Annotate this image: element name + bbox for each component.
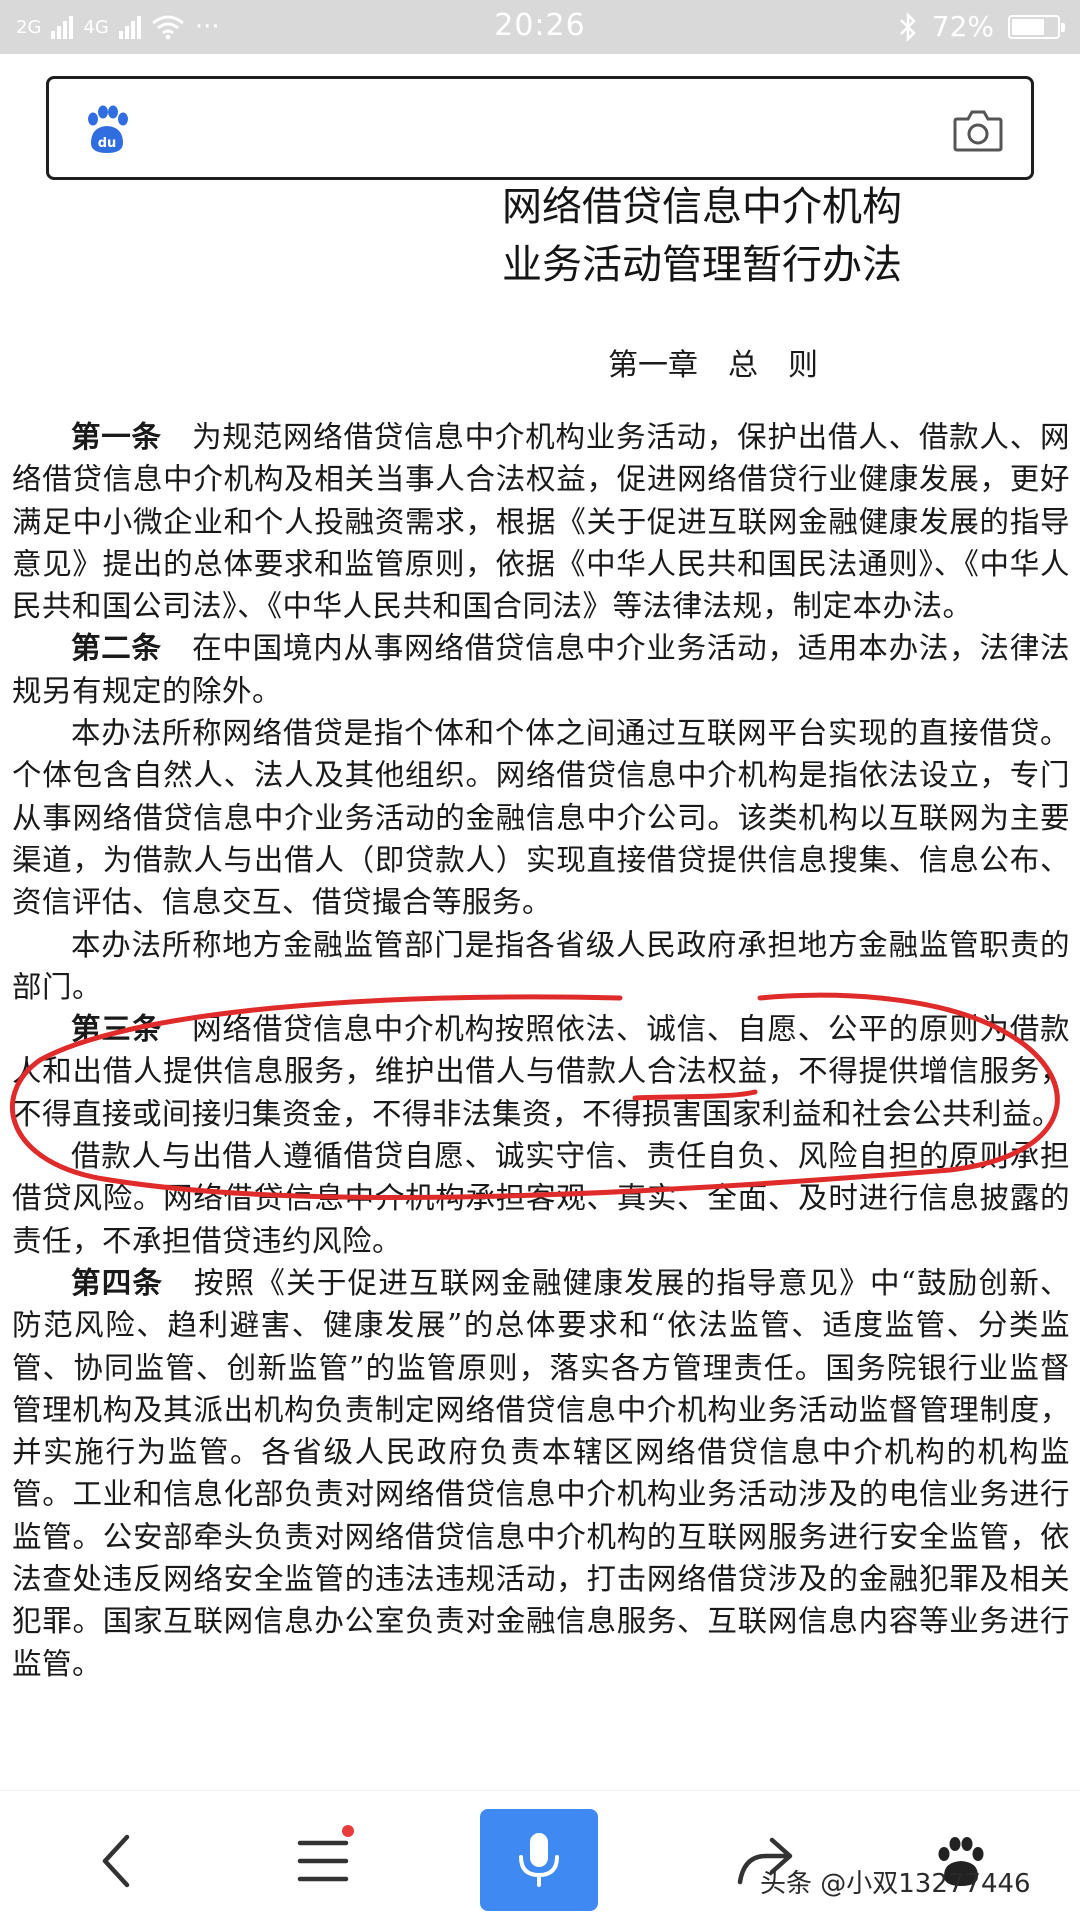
back-button[interactable] xyxy=(72,1811,162,1911)
paragraph-text: 本办法所称地方金融监管部门是指各省级人民政府承担地方金融监管职责的部门。 xyxy=(12,927,1070,1004)
paragraph: 第四条 按照《关于促进互联网金融健康发展的指导意见》中“鼓励创新、防范风险、趋利… xyxy=(12,1262,1070,1685)
battery-percent: 72% xyxy=(931,10,994,43)
document-title-line1: 网络借贷信息中介机构 xyxy=(502,184,902,230)
watermark: 头条 @小双13277446 xyxy=(760,1869,1031,1899)
paragraph: 借款人与出借人遵循借贷自愿、诚实守信、责任自负、风险自担的原则承担借贷风险。网络… xyxy=(12,1135,1070,1262)
voice-search-button[interactable] xyxy=(480,1809,598,1911)
paragraph-text: 本办法所称网络借贷是指个体和个体之间通过互联网平台实现的直接借贷。个体包含自然人… xyxy=(12,716,1070,920)
status-bar: 2G 4G ··· 20:26 72% xyxy=(0,0,1080,54)
back-icon xyxy=(102,1834,130,1888)
paragraph-text: 网络借贷信息中介机构按照依法、诚信、自愿、公平的原则为借款人和出借人提供信息服务… xyxy=(12,1012,1070,1131)
paragraph: 第二条 在中国境内从事网络借贷信息中介业务活动，适用本办法，法律法规另有规定的除… xyxy=(12,627,1070,712)
status-right: 72% xyxy=(898,10,1065,43)
paragraph: 本办法所称网络借贷是指个体和个体之间通过互联网平台实现的直接借贷。个体包含自然人… xyxy=(12,712,1070,923)
paragraph-text: 借款人与出借人遵循借贷自愿、诚实守信、责任自负、风险自担的原则承担借贷风险。网络… xyxy=(12,1139,1070,1258)
menu-icon xyxy=(297,1840,349,1882)
paragraph-text: 在中国境内从事网络借贷信息中介业务活动，适用本办法，法律法规另有规定的除外。 xyxy=(12,631,1070,708)
article-label: 第一条 xyxy=(71,419,162,454)
article-label: 第三条 xyxy=(71,1011,162,1047)
bluetooth-icon xyxy=(899,11,916,42)
document-title-line2: 业务活动管理暂行办法 xyxy=(502,242,902,288)
notification-badge xyxy=(342,1825,354,1837)
menu-button[interactable] xyxy=(278,1811,368,1911)
paragraph-text: 按照《关于促进互联网金融健康发展的指导意见》中“鼓励创新、防范风险、趋利避害、健… xyxy=(12,1265,1070,1681)
svg-text:du: du xyxy=(98,136,117,151)
article-label: 第四条 xyxy=(71,1264,164,1300)
microphone-icon xyxy=(519,1833,559,1887)
paragraph: 第三条 网络借贷信息中介机构按照依法、诚信、自愿、公平的原则为借款人和出借人提供… xyxy=(12,1008,1070,1135)
article-label: 第二条 xyxy=(71,630,162,666)
paragraph: 第一条 为规范网络借贷信息中介机构业务活动，保护出借人、借款人、网络借贷信息中介… xyxy=(12,416,1070,627)
paragraph-text: 为规范网络借贷信息中介机构业务活动，保护出借人、借款人、网络借贷信息中介机构及相… xyxy=(12,420,1070,624)
paragraph: 本办法所称地方金融监管部门是指各省级人民政府承担地方金融监管职责的部门。 xyxy=(12,924,1070,1009)
baidu-paw-icon[interactable]: du xyxy=(83,105,131,155)
search-box[interactable]: du xyxy=(46,76,1034,180)
document-body: 第一条 为规范网络借贷信息中介机构业务活动，保护出借人、借款人、网络借贷信息中介… xyxy=(12,416,1070,1685)
chapter-heading: 第一章 总 则 xyxy=(608,348,818,383)
bottom-nav: 头条 @小双13277446 xyxy=(0,1790,1080,1920)
camera-icon[interactable] xyxy=(953,107,1003,153)
battery-level xyxy=(1012,18,1044,35)
document-view[interactable]: 网络借贷信息中介机构 业务活动管理暂行办法 第一章 总 则 第一条 为规范网络借… xyxy=(0,180,1080,1785)
battery-icon xyxy=(1008,14,1065,39)
